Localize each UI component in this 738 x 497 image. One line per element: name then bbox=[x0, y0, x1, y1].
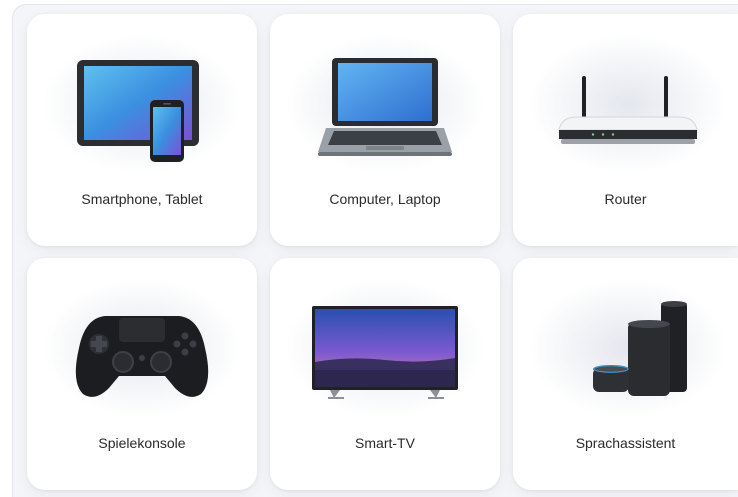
tv-icon bbox=[312, 306, 458, 399]
device-label: Sprachassistent bbox=[575, 435, 676, 451]
device-card-voice-assistant[interactable]: Sprachassistent bbox=[513, 258, 738, 490]
device-label: Smart-TV bbox=[355, 435, 415, 451]
laptop-icon bbox=[318, 58, 452, 156]
gamepad-icon bbox=[75, 316, 209, 397]
device-label: Spielekonsole bbox=[98, 435, 186, 451]
device-card-game-console[interactable]: Spielekonsole bbox=[27, 258, 257, 490]
device-card-smart-tv[interactable]: Smart-TV bbox=[270, 258, 500, 490]
router-icon bbox=[558, 76, 698, 144]
tablet-smartphone-icon bbox=[77, 60, 199, 162]
device-label: Computer, Laptop bbox=[329, 191, 441, 207]
device-label: Smartphone, Tablet bbox=[81, 191, 203, 207]
device-label: Router bbox=[604, 191, 647, 207]
smart-speaker-icon bbox=[593, 301, 687, 396]
device-card-smartphone-tablet[interactable]: Smartphone, Tablet bbox=[27, 14, 257, 246]
device-card-router[interactable]: Router bbox=[513, 14, 738, 246]
device-card-computer-laptop[interactable]: Computer, Laptop bbox=[270, 14, 500, 246]
